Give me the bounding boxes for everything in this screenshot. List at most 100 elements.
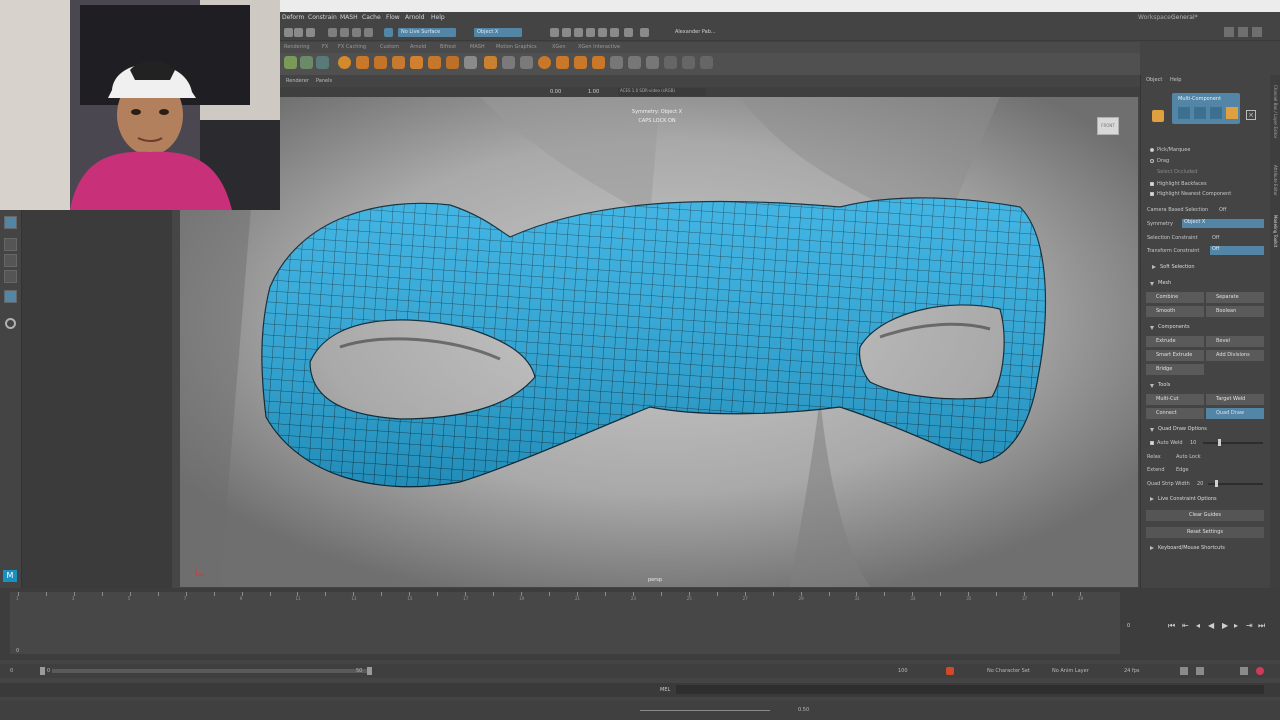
mini-slider[interactable] <box>640 710 770 711</box>
shelf-combine-icon[interactable] <box>484 56 497 69</box>
shelf-tab-arnold[interactable]: Arnold <box>410 44 426 50</box>
shelf-tab-bifrost[interactable]: Bifrost <box>440 44 456 50</box>
mtk-menu-object[interactable]: Object <box>1146 77 1162 83</box>
multi-cut-button[interactable]: Multi-Cut <box>1146 394 1204 405</box>
reset-settings-button[interactable]: Reset Settings <box>1146 527 1264 538</box>
search-icon[interactable] <box>5 318 16 329</box>
light-editor-icon[interactable] <box>610 28 619 37</box>
menu-panels[interactable]: Panels <box>316 78 332 84</box>
highlight-backfaces-checkbox[interactable] <box>1150 182 1154 186</box>
command-input[interactable] <box>676 685 1264 694</box>
colorspace-dropdown[interactable]: ACES 1.0 SDR-video (sRGB) <box>618 88 706 96</box>
play-forward-icon[interactable]: ▶ <box>1222 621 1228 630</box>
snap-view-icon[interactable] <box>364 28 373 37</box>
shelf-cylinder-icon[interactable] <box>374 56 387 69</box>
drag-radio[interactable] <box>1150 159 1154 163</box>
uv-mode-icon[interactable] <box>1226 107 1238 119</box>
character-set-dropdown[interactable]: No Character Set <box>987 668 1030 674</box>
shelf-platonic-icon[interactable] <box>464 56 477 69</box>
bridge-button[interactable]: Bridge <box>1146 364 1204 375</box>
object-mode-icon[interactable] <box>1152 110 1164 122</box>
face-mode-icon[interactable] <box>1210 107 1222 119</box>
auto-weld-checkbox[interactable] <box>1150 441 1154 445</box>
shelf-tab-xgen-interactive[interactable]: XGen Interactive <box>578 44 620 50</box>
transform-constraint-dropdown[interactable]: Off <box>1210 246 1264 255</box>
combine-button[interactable]: Combine <box>1146 292 1204 303</box>
shelf-cone-icon[interactable] <box>392 56 405 69</box>
auto-key-icon[interactable] <box>946 667 954 675</box>
layout-single-icon[interactable] <box>4 270 17 283</box>
quad-draw-options-header[interactable]: Quad Draw Options <box>1158 426 1207 432</box>
add-divisions-button[interactable]: Add Divisions <box>1206 350 1264 361</box>
menu-mash[interactable]: MASH <box>340 14 358 21</box>
mesh-collapse-icon[interactable] <box>1150 282 1154 286</box>
edge-mode-icon[interactable] <box>1194 107 1206 119</box>
shelf-tab-rendering[interactable]: Rendering <box>284 44 310 50</box>
components-collapse-icon[interactable] <box>1150 326 1154 330</box>
view-cube[interactable]: FRONT <box>1097 117 1119 135</box>
symmetry-dropdown[interactable]: Object X <box>1182 219 1264 228</box>
shelf-tab-mash[interactable]: MASH <box>470 44 485 50</box>
snap-grid-icon[interactable] <box>328 28 337 37</box>
shelf-tab-xgen[interactable]: XGen <box>552 44 566 50</box>
vertex-mode-icon[interactable] <box>1178 107 1190 119</box>
shelf-disc-icon[interactable] <box>446 56 459 69</box>
components-header[interactable]: Components <box>1158 324 1190 330</box>
shelf-torus-icon[interactable] <box>410 56 423 69</box>
range-end-handle[interactable] <box>367 667 372 675</box>
bevel-button[interactable]: Bevel <box>1206 336 1264 347</box>
select-tool-icon[interactable] <box>4 216 17 229</box>
tab-channel-box[interactable]: Channel Box / Layer Editor <box>1272 85 1278 138</box>
arnold-render-icon[interactable] <box>640 28 649 37</box>
modeling-toolkit-toggle-icon[interactable] <box>1224 27 1234 37</box>
step-back-key-icon[interactable]: ⇤ <box>1182 621 1189 630</box>
go-to-end-icon[interactable]: ⏭ <box>1258 621 1265 631</box>
shelf-bevel-icon[interactable] <box>628 56 641 69</box>
tools-header[interactable]: Tools <box>1158 382 1170 388</box>
menu-arnold[interactable]: Arnold <box>405 14 424 21</box>
play-backward-icon[interactable]: ◀ <box>1208 621 1214 630</box>
keyboard-shortcuts-header[interactable]: Keyboard/Mouse Shortcuts <box>1158 545 1225 551</box>
shelf-tab-fx-caching[interactable]: FX Caching <box>338 44 366 50</box>
shelf-extrude-icon[interactable] <box>592 56 605 69</box>
zoom-value[interactable]: 0.50 <box>798 707 809 713</box>
shelf-target-weld-icon[interactable] <box>682 56 695 69</box>
shelf-bridge-icon[interactable] <box>610 56 623 69</box>
shelf-boolean-icon[interactable] <box>556 56 569 69</box>
shelf-fill-hole-icon[interactable] <box>646 56 659 69</box>
quad-draw-button[interactable]: Quad Draw <box>1206 408 1264 419</box>
step-forward-key-icon[interactable]: ⇥ <box>1246 621 1253 630</box>
select-hierarchy-icon[interactable] <box>306 28 315 37</box>
shelf-ep-curve-icon[interactable] <box>300 56 313 69</box>
relax-value[interactable]: Auto Lock <box>1176 454 1201 460</box>
mel-label[interactable]: MEL <box>660 687 670 693</box>
snap-point-icon[interactable] <box>352 28 361 37</box>
channel-box-toggle-icon[interactable] <box>1252 27 1262 37</box>
lasso-tool-icon[interactable] <box>4 238 17 251</box>
user-account[interactable]: Alexander Pab... <box>675 29 716 35</box>
shelf-plane-icon[interactable] <box>428 56 441 69</box>
panel-splitter[interactable] <box>172 210 180 588</box>
range-slider[interactable] <box>52 669 370 673</box>
menu-constrain[interactable]: Constrain <box>308 14 337 21</box>
soft-selection-expand-icon[interactable] <box>1152 265 1156 269</box>
snap-curve-icon[interactable] <box>340 28 349 37</box>
auto-weld-value[interactable]: 10 <box>1190 440 1196 446</box>
live-constraint-expand-icon[interactable] <box>1150 497 1154 501</box>
shelf-tab-fx[interactable]: FX <box>322 44 328 50</box>
shelf-curve-icon[interactable] <box>284 56 297 69</box>
close-icon[interactable]: × <box>1246 110 1256 120</box>
tools-collapse-icon[interactable] <box>1150 384 1154 388</box>
animation-end-field[interactable]: 100 <box>898 668 908 674</box>
go-to-start-icon[interactable]: ⏮ <box>1168 621 1175 631</box>
range-start-handle[interactable] <box>40 667 45 675</box>
quad-strip-width-value[interactable]: 20 <box>1197 481 1203 487</box>
symmetry-field[interactable]: Object X <box>474 28 522 37</box>
ipr-render-icon[interactable] <box>562 28 571 37</box>
make-live-icon[interactable] <box>384 28 393 37</box>
help-icon[interactable] <box>284 28 293 37</box>
menu-renderer[interactable]: Renderer <box>286 78 309 84</box>
target-weld-button[interactable]: Target Weld <box>1206 394 1264 405</box>
time-slider[interactable]: 1 3 5 7 9 11 13 15 17 19 21 23 25 27 29 31 33 35 37 39 <box>10 592 1120 654</box>
pause-viewport-icon[interactable] <box>624 28 633 37</box>
